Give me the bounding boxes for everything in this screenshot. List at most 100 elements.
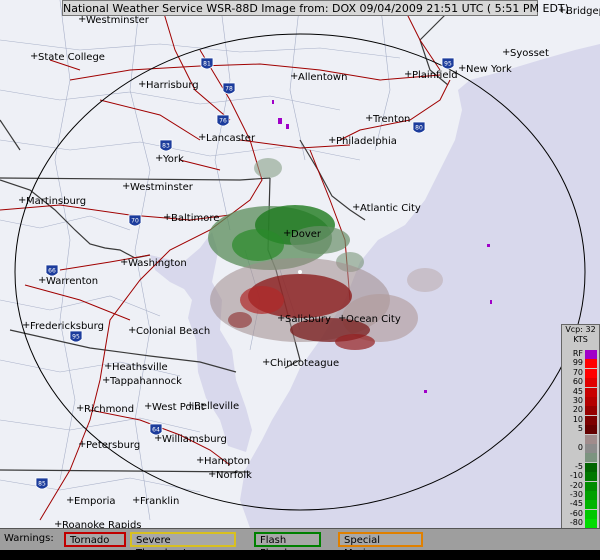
city-name: New York <box>466 64 512 75</box>
city-name: Syosset <box>510 48 549 59</box>
city-label: + York <box>155 153 184 165</box>
city-name: Emporia <box>74 496 116 507</box>
city-label: + Roanoke Rapids <box>54 519 142 528</box>
legend-units: KTS <box>573 335 588 344</box>
city-label: + Philadelphia <box>328 135 397 147</box>
city-label: + New York <box>458 63 512 75</box>
city-label: + Tappahannock <box>102 375 182 387</box>
city-name: Westminster <box>130 182 194 193</box>
city-name: Martinsburg <box>26 196 86 207</box>
interstate-shield: 85 <box>35 477 49 490</box>
city-label: + Fredericksburg <box>22 320 104 332</box>
city-label: + Colonial Beach <box>128 325 210 337</box>
city-name: Lancaster <box>206 133 256 144</box>
city-label: + Trenton <box>365 113 410 125</box>
shield-number: 85 <box>38 481 46 488</box>
city-label: + Martinsburg <box>18 195 86 207</box>
city-name: Baltimore <box>171 213 219 224</box>
warning-flash-flood[interactable]: Flash Flood <box>254 532 321 559</box>
radar-map[interactable]: 8178769583706695648580 + Westminster+ Brid… <box>0 0 600 528</box>
page-title: National Weather Service WSR-88D Image f… <box>62 0 569 16</box>
city-name: Hampton <box>204 456 250 467</box>
interstate-shield: 95 <box>441 57 455 70</box>
interstate-shield: 81 <box>200 57 214 70</box>
city-label: + Syosset <box>502 47 549 59</box>
city-label: + Harrisburg <box>138 79 199 91</box>
interstate-shield: 70 <box>128 214 142 227</box>
shield-number: 81 <box>203 61 211 68</box>
city-label: + Washington <box>120 257 187 269</box>
shield-number: 76 <box>219 118 227 125</box>
shield-number: 70 <box>131 218 139 225</box>
warning-tornado[interactable]: Tornado <box>64 532 126 547</box>
city-label: + Salisbury <box>277 313 331 325</box>
city-name: Roanoke Rapids <box>62 520 142 528</box>
city-label: + Norfolk <box>208 469 252 481</box>
city-name: Ocean City <box>346 314 401 325</box>
city-label: + Chincoteague <box>262 357 339 369</box>
city-name: York <box>162 154 184 165</box>
city-name: Tappahannock <box>109 376 182 387</box>
city-label: + Franklin <box>132 495 179 507</box>
legend-mode: Vcp: 32 <box>565 325 596 334</box>
city-name: Plainfield <box>412 70 458 81</box>
interstate-shield: 76 <box>216 114 230 127</box>
warning-special-marine[interactable]: Special Marine <box>338 532 423 559</box>
city-label: + Petersburg <box>78 439 140 451</box>
city-name: Belleville <box>194 401 239 412</box>
interstate-shield: 95 <box>69 330 83 343</box>
city-label: + Lancaster <box>198 132 256 144</box>
city-name: Chincoteague <box>270 358 339 369</box>
warnings-label: Warnings: <box>4 533 54 544</box>
velocity-legend: Vcp: 32 KTS RF 99 70 60 45 30 20 10 5 0 -5 -10 -20 -3… <box>561 324 600 547</box>
city-name: Harrisburg <box>146 80 199 91</box>
warnings-bar: Warnings: Tornado Severe Thunderstorm Fl… <box>0 528 600 559</box>
city-name: Warrenton <box>46 276 98 287</box>
city-name: Allentown <box>298 72 347 83</box>
city-label: + Atlantic City <box>352 202 421 214</box>
city-name: Colonial Beach <box>136 326 210 337</box>
radar-site-marker <box>298 270 302 274</box>
city-name: Washington <box>128 258 187 269</box>
city-label: + Baltimore <box>163 212 219 224</box>
interstate-shield: 66 <box>45 264 59 277</box>
shield-number: 66 <box>48 268 56 275</box>
city-label: + Belleville <box>186 400 239 412</box>
shield-number: 83 <box>162 143 170 150</box>
city-name: Norfolk <box>216 470 252 481</box>
shield-number: 80 <box>415 125 423 132</box>
city-label: + Richmond <box>76 403 134 415</box>
city-name: Philadelphia <box>336 136 397 147</box>
city-label: + Allentown <box>290 71 347 83</box>
radar-viewer: 81 78 76 95 83 70 66 95 64 85 80 + Westminster + Brid… <box>0 0 600 559</box>
city-label: + Plainfield <box>404 69 458 81</box>
shield-number: 78 <box>225 86 233 93</box>
city-label: + Ocean City <box>338 313 401 325</box>
warning-severe-thunderstorm[interactable]: Severe Thunderstorm <box>130 532 236 559</box>
interstate-shield: 78 <box>222 82 236 95</box>
city-label: + Heathsville <box>104 361 168 373</box>
city-label: + State College <box>30 51 105 63</box>
city-name: Williamsburg <box>162 434 227 445</box>
city-label: + Dover <box>283 228 322 240</box>
interstate-shield: 83 <box>159 139 173 152</box>
city-name: Heathsville <box>112 362 168 373</box>
city-name: Salisbury <box>285 314 331 325</box>
city-name: Richmond <box>84 404 134 415</box>
city-label: + Williamsburg <box>154 433 227 445</box>
interstate-shield: 80 <box>412 121 426 134</box>
city-label: + Emporia <box>66 495 116 507</box>
city-name: Fredericksburg <box>30 321 104 332</box>
city-label: + Westminster <box>122 181 194 193</box>
city-name: Franklin <box>140 496 179 507</box>
city-name: Bridgeport <box>566 6 600 17</box>
shield-number: 95 <box>444 61 452 68</box>
city-label: + Hampton <box>196 455 250 467</box>
city-name: Trenton <box>372 114 410 125</box>
city-name: Atlantic City <box>360 203 421 214</box>
city-name: Petersburg <box>86 440 140 451</box>
city-label: + Warrenton <box>38 275 98 287</box>
city-name: Dover <box>291 229 322 240</box>
city-name: State College <box>38 52 105 63</box>
shield-number: 95 <box>72 334 80 341</box>
